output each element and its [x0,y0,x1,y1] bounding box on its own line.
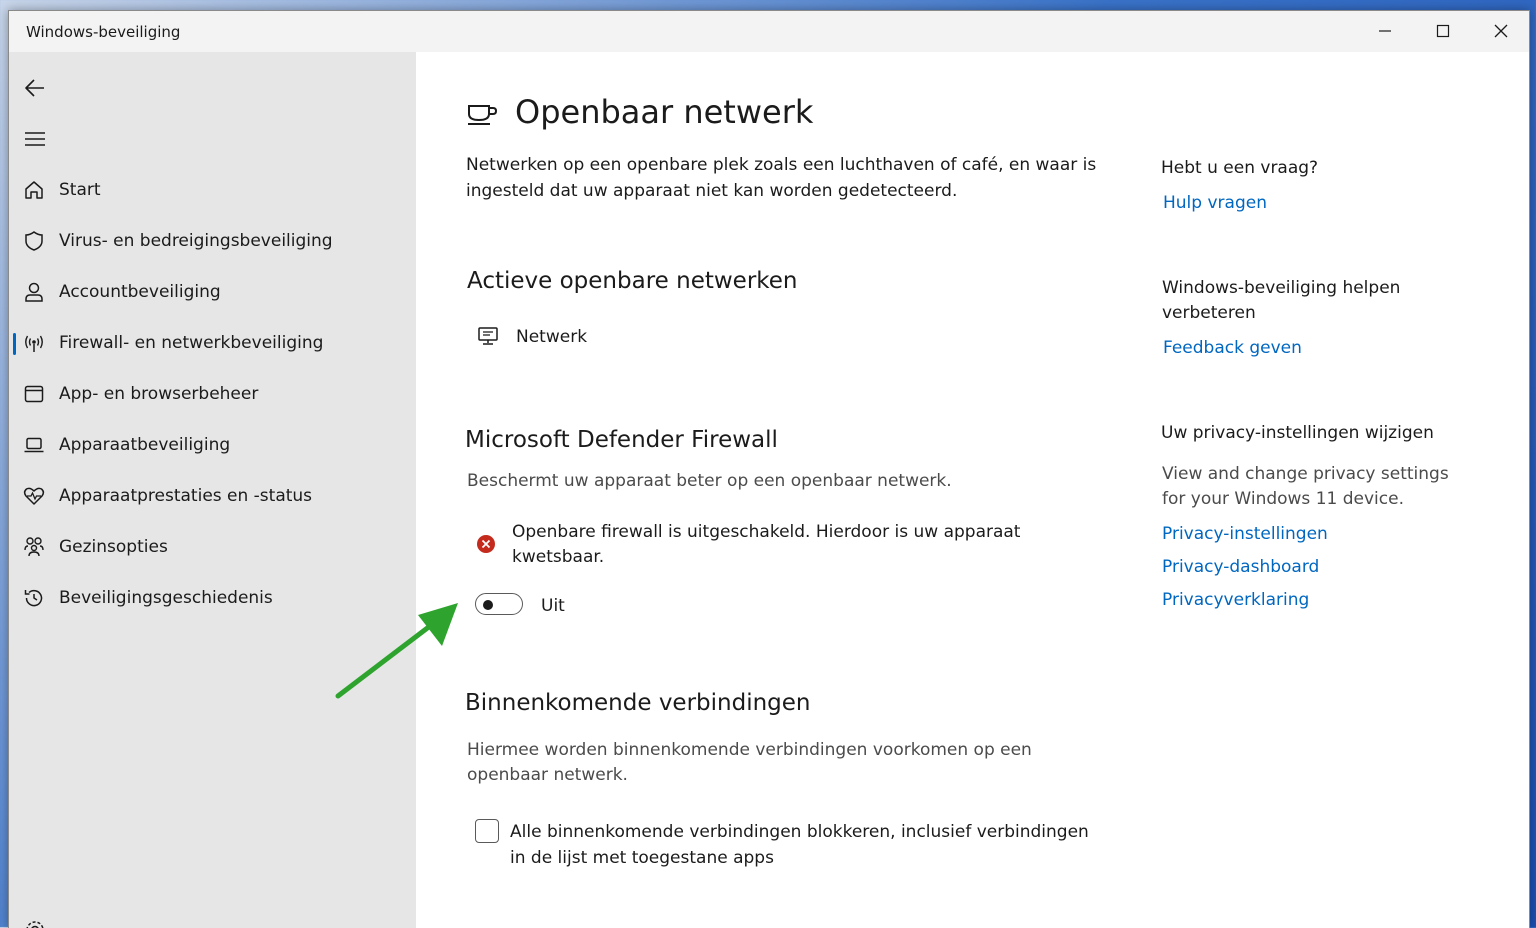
privacy-text-line-2: for your Windows 11 device. [1162,486,1404,512]
block-incoming-checkbox[interactable] [475,819,499,843]
sidebar-item-label: Beveiligingsgeschiedenis [59,588,273,608]
sidebar-item-performance[interactable]: Apparaatprestaties en -status [9,474,416,518]
incoming-description-line-1: Hiermee worden binnenkomende verbindinge… [467,737,1032,763]
annotation-arrow [330,600,462,702]
page-description-line-1: Netwerken op een openbare plek zoals een… [466,152,1096,178]
maximize-icon [1436,24,1450,38]
family-icon [23,536,45,558]
app-window-icon [23,383,45,405]
sidebar-item-virus[interactable]: Virus- en bedreigingsbeveiliging [9,219,416,263]
feedback-link[interactable]: Feedback geven [1163,338,1302,358]
history-icon [23,587,45,609]
app-window: Windows-beveiliging Start Virus- e [8,10,1530,928]
page-description-line-2: ingesteld dat uw apparaat niet kan worde… [466,178,957,204]
minimize-icon [1378,24,1392,38]
monitor-network-icon [477,326,501,346]
privacy-text-line-1: View and change privacy settings [1162,461,1449,487]
hamburger-menu-icon[interactable] [24,129,46,149]
sidebar-item-start[interactable]: Start [9,168,416,212]
help-link[interactable]: Hulp vragen [1163,193,1267,213]
active-indicator [13,333,16,355]
shield-icon [23,230,45,252]
privacy-dashboard-link[interactable]: Privacy-dashboard [1162,557,1319,577]
firewall-heading: Microsoft Defender Firewall [465,427,778,453]
sidebar-item-label: Gezinsopties [59,537,168,557]
sidebar-item-label: Firewall- en netwerkbeveiliging [59,333,323,353]
firewall-description: Beschermt uw apparaat beter op een openb… [467,468,952,494]
privacy-heading: Uw privacy-instellingen wijzigen [1161,420,1434,446]
improve-heading-line-2: verbeteren [1162,300,1256,326]
network-name: Netwerk [516,324,587,350]
sidebar-item-label: App- en browserbeheer [59,384,258,404]
improve-heading-line-1: Windows-beveiliging helpen [1162,275,1400,301]
maximize-button[interactable] [1414,11,1472,52]
sidebar-item-label: Apparaatbeveiliging [59,435,230,455]
wireless-icon [23,332,45,354]
heart-pulse-icon [23,485,45,507]
sidebar-item-app-browser[interactable]: App- en browserbeheer [9,372,416,416]
firewall-warning-line-2: kwetsbaar. [512,544,604,570]
sidebar-item-label: Virus- en bedreigingsbeveiliging [59,231,333,251]
home-icon [23,179,45,201]
page-title: Openbaar netwerk [515,93,813,131]
error-x-icon [476,534,496,554]
laptop-icon [23,434,45,456]
sidebar-item-firewall[interactable]: Firewall- en netwerkbeveiliging [9,321,416,365]
incoming-connections-heading: Binnenkomende verbindingen [465,690,811,716]
incoming-description-line-2: openbaar netwerk. [467,762,628,788]
active-networks-heading: Actieve openbare netwerken [467,268,798,294]
block-incoming-label-line-1: Alle binnenkomende verbindingen blokkere… [510,819,1089,845]
person-icon [23,281,45,303]
title-bar: Windows-beveiliging [9,11,1529,52]
firewall-toggle[interactable] [475,593,523,615]
minimize-button[interactable] [1356,11,1414,52]
main-content: Openbaar netwerk Netwerken op een openba… [416,52,1529,928]
block-incoming-label-line-2: in de lijst met toegestane apps [510,845,774,871]
sidebar-item-account[interactable]: Accountbeveiliging [9,270,416,314]
question-heading: Hebt u een vraag? [1161,155,1318,181]
sidebar-item-label: Accountbeveiliging [59,282,221,302]
firewall-warning-line-1: Openbare firewall is uitgeschakeld. Hier… [512,519,1020,545]
sidebar-item-label: Start [59,180,101,200]
firewall-toggle-label: Uit [541,593,565,619]
sidebar-item-family[interactable]: Gezinsopties [9,525,416,569]
sidebar: Start Virus- en bedreigingsbeveiliging A… [9,52,416,928]
close-button[interactable] [1472,11,1530,52]
toggle-knob [483,600,493,610]
privacy-settings-link[interactable]: Privacy-instellingen [1162,524,1328,544]
sidebar-item-label: Apparaatprestaties en -status [59,486,312,506]
back-arrow-icon[interactable] [24,77,46,99]
app-title: Windows-beveiliging [26,23,180,41]
privacy-statement-link[interactable]: Privacyverklaring [1162,590,1309,610]
sidebar-item-device-security[interactable]: Apparaatbeveiliging [9,423,416,467]
close-icon [1494,24,1508,38]
coffee-cup-icon [466,101,498,127]
